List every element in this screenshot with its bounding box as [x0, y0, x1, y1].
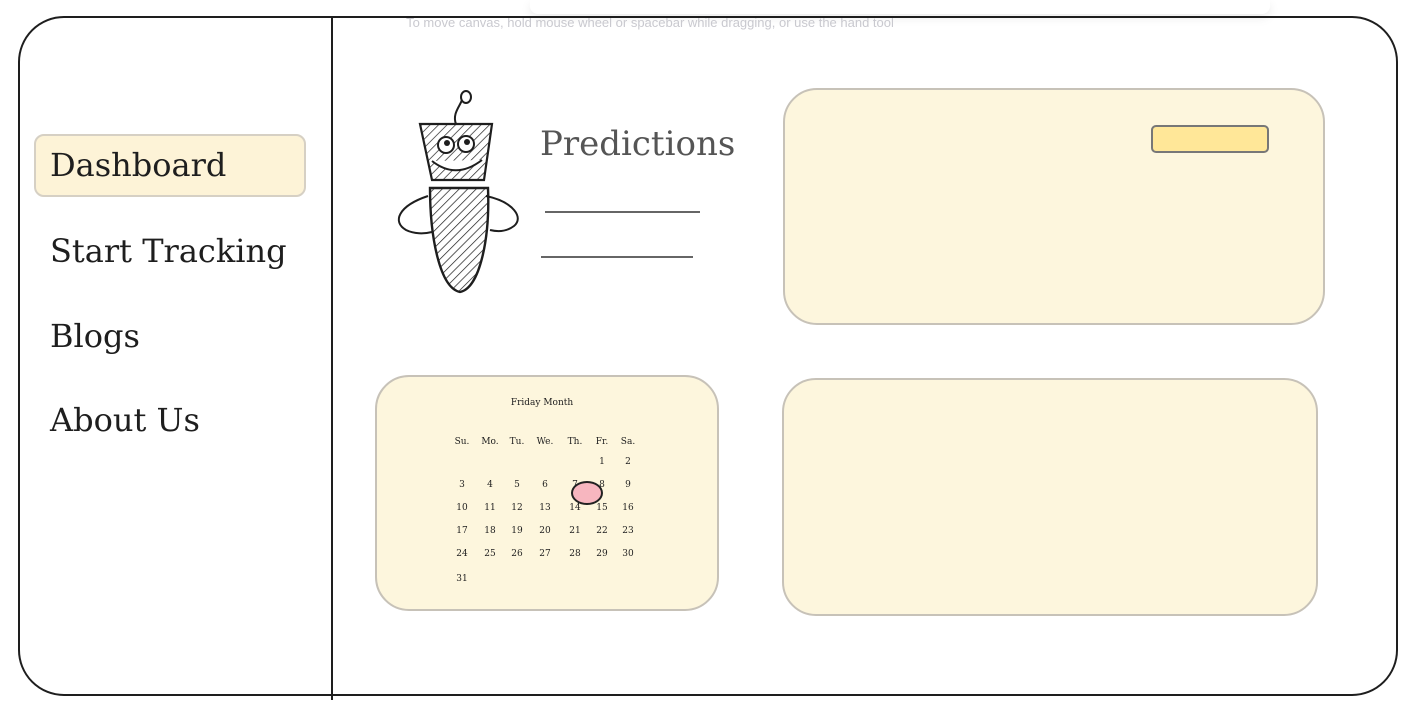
- calendar-weekday: Th.: [567, 437, 583, 447]
- calendar-day[interactable]: 27: [531, 549, 559, 559]
- calendar-day[interactable]: 22: [588, 526, 616, 536]
- calendar-day[interactable]: 14: [561, 503, 589, 513]
- sidebar-divider: [331, 16, 333, 700]
- calendar-day[interactable]: 29: [588, 549, 616, 559]
- calendar-day[interactable]: 23: [614, 526, 642, 536]
- calendar-day[interactable]: 5: [503, 480, 531, 490]
- predictions-line-1: [545, 211, 700, 213]
- calendar-day[interactable]: 25: [476, 549, 504, 559]
- calendar-weekday: Mo.: [481, 437, 499, 447]
- nav-about-us[interactable]: About Us: [50, 401, 200, 439]
- calendar-day[interactable]: 19: [503, 526, 531, 536]
- calendar-day[interactable]: 28: [561, 549, 589, 559]
- nav-dashboard[interactable]: Dashboard: [50, 146, 226, 184]
- calendar-day[interactable]: 13: [531, 503, 559, 513]
- calendar-day[interactable]: 3: [448, 480, 476, 490]
- calendar-day[interactable]: 15: [588, 503, 616, 513]
- calendar-day[interactable]: 11: [476, 503, 504, 513]
- calendar-title: Friday Month: [510, 398, 574, 408]
- calendar-day[interactable]: 31: [448, 574, 476, 584]
- predictions-title: Predictions: [540, 124, 736, 164]
- calendar-day[interactable]: 8: [588, 480, 616, 490]
- calendar-day[interactable]: 26: [503, 549, 531, 559]
- nav-start-tracking[interactable]: Start Tracking: [50, 232, 287, 270]
- calendar-day[interactable]: 7: [561, 480, 589, 490]
- calendar-day[interactable]: 20: [531, 526, 559, 536]
- nav-blogs[interactable]: Blogs: [50, 317, 140, 355]
- calendar-weekday: Fr.: [595, 437, 609, 447]
- calendar-day[interactable]: 17: [448, 526, 476, 536]
- calendar-card: [375, 375, 719, 611]
- calendar-day[interactable]: 6: [531, 480, 559, 490]
- calendar-day[interactable]: 1: [588, 457, 616, 467]
- calendar-day[interactable]: 21: [561, 526, 589, 536]
- calendar-weekday: Tu.: [509, 437, 525, 447]
- calendar-day[interactable]: 10: [448, 503, 476, 513]
- predictions-line-2: [541, 256, 693, 258]
- card-action-button[interactable]: [1151, 125, 1269, 153]
- calendar-day[interactable]: 24: [448, 549, 476, 559]
- calendar-day[interactable]: 9: [614, 480, 642, 490]
- calendar-day[interactable]: 2: [614, 457, 642, 467]
- calendar-day[interactable]: 16: [614, 503, 642, 513]
- calendar-day[interactable]: 30: [614, 549, 642, 559]
- info-card: [782, 378, 1318, 616]
- calendar-day[interactable]: 12: [503, 503, 531, 513]
- calendar-weekday: Su.: [454, 437, 470, 447]
- calendar-weekday: Sa.: [620, 437, 636, 447]
- prediction-card: [783, 88, 1325, 325]
- calendar-day[interactable]: 18: [476, 526, 504, 536]
- calendar-day[interactable]: 4: [476, 480, 504, 490]
- robot-icon: [397, 90, 519, 294]
- calendar-weekday: We.: [536, 437, 554, 447]
- top-toolbar-strip: [530, 0, 1270, 14]
